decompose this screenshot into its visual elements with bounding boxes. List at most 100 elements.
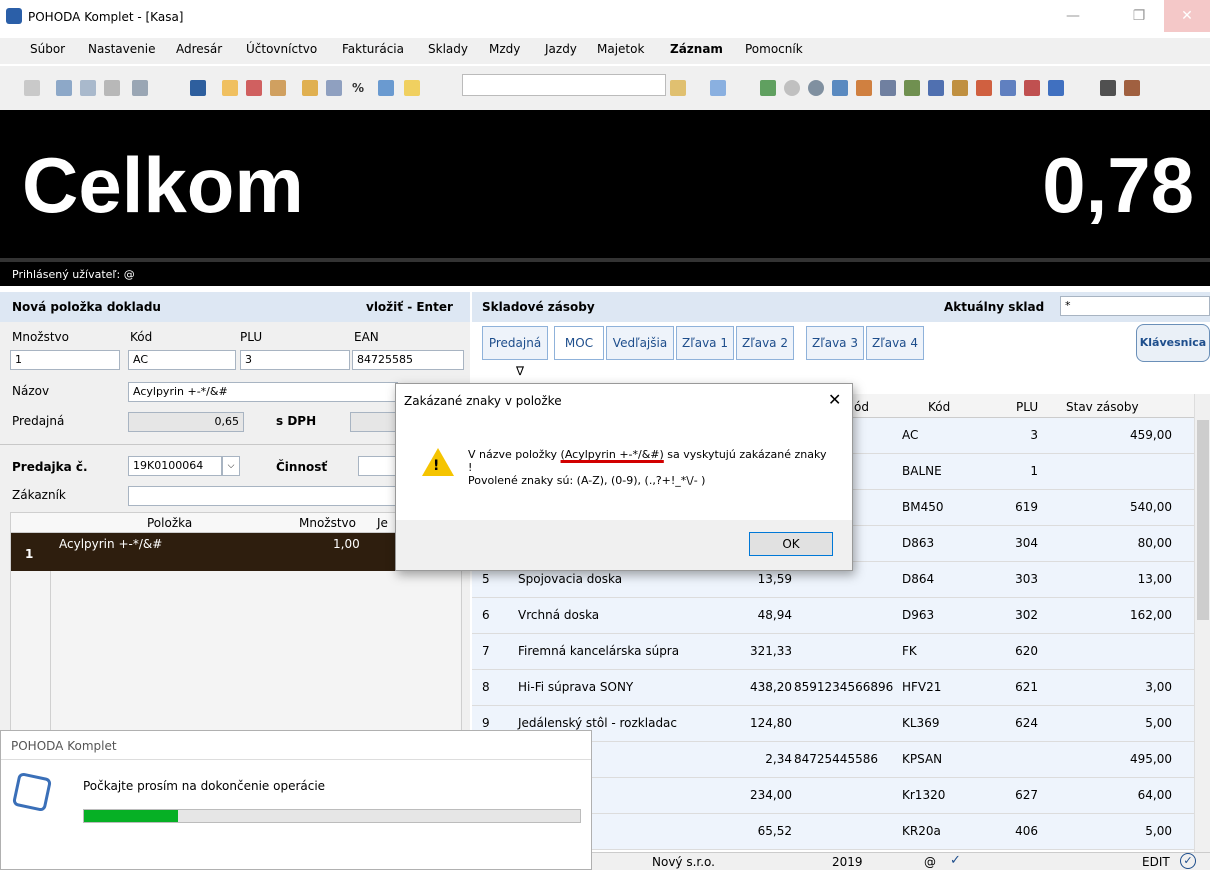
toolbar-calc-icon[interactable] xyxy=(880,80,896,96)
status-ok-icon: ✓ xyxy=(1180,853,1196,869)
col-qty: Množstvo xyxy=(299,516,356,530)
title-bar: POHODA Komplet - [Kasa] — ❐ ✕ xyxy=(0,0,1210,36)
menu-record[interactable]: Záznam xyxy=(670,42,723,56)
customer-field[interactable] xyxy=(128,486,398,506)
tab-discount-1[interactable]: Zľava 1 xyxy=(676,326,734,360)
toolbar-undo-icon[interactable] xyxy=(270,80,286,96)
code-field[interactable]: AC xyxy=(128,350,236,370)
toolbar-edit-icon[interactable] xyxy=(760,80,776,96)
row-plu: 302 xyxy=(1015,608,1038,622)
toolbar-delete-icon[interactable] xyxy=(246,80,262,96)
toolbar-pin-icon[interactable] xyxy=(1124,80,1140,96)
tab-sale[interactable]: Predajná xyxy=(482,326,548,360)
ean-field[interactable]: 84725585 xyxy=(352,350,464,370)
toolbar-message-icon[interactable] xyxy=(1024,80,1040,96)
toolbar-preview-icon[interactable] xyxy=(104,80,120,96)
toolbar-user-icon[interactable] xyxy=(928,80,944,96)
menu-trips[interactable]: Jazdy xyxy=(545,42,577,56)
logged-user-text: Prihlásený užívateľ: @ xyxy=(12,268,135,281)
toolbar-card-icon[interactable] xyxy=(952,80,968,96)
row-plu: 619 xyxy=(1015,500,1038,514)
filter-icon[interactable]: ∇ xyxy=(516,364,524,378)
toolbar-person-icon[interactable] xyxy=(856,80,872,96)
table-row[interactable]: 6 Vrchná doska 48,94 D963 302 162,00 xyxy=(472,598,1194,634)
progress-message: Počkajte prosím na dokončenie operácie xyxy=(83,779,326,793)
row-plu: 624 xyxy=(1015,716,1038,730)
row-code: BM450 xyxy=(902,500,944,514)
current-warehouse-select[interactable]: * xyxy=(1060,296,1210,316)
vat-label: s DPH xyxy=(276,414,317,428)
toolbar-stock-icon[interactable] xyxy=(1000,80,1016,96)
row-code: HFV21 xyxy=(902,680,942,694)
minimize-icon[interactable]: — xyxy=(1050,0,1096,32)
toolbar-refresh-icon[interactable] xyxy=(378,80,394,96)
row-stock: 80,00 xyxy=(1137,536,1172,550)
menu-address-book[interactable]: Adresár xyxy=(176,42,222,56)
toolbar-save-icon[interactable] xyxy=(190,80,206,96)
toolbar-insert-icon[interactable] xyxy=(302,80,318,96)
row-price: 124,80 xyxy=(750,716,792,730)
scroll-thumb[interactable] xyxy=(1197,420,1209,620)
toolbar-chart-icon[interactable] xyxy=(904,80,920,96)
menu-help[interactable]: Pomocník xyxy=(745,42,803,56)
row-number: 6 xyxy=(482,608,490,622)
toolbar-search-combo[interactable] xyxy=(462,74,666,96)
keyboard-button[interactable]: Klávesnica xyxy=(1136,324,1210,362)
menu-payroll[interactable]: Mzdy xyxy=(489,42,520,56)
toolbar-percent-icon[interactable]: % xyxy=(352,80,368,96)
toolbar: % xyxy=(0,66,1210,110)
table-row[interactable]: 8 Hi-Fi súprava SONY 438,20 8591234566896 HF… xyxy=(472,670,1194,706)
row-number: 7 xyxy=(482,644,490,658)
toolbar-pos-icon[interactable] xyxy=(976,80,992,96)
table-row[interactable]: 7 Firemná kancelárska súpra 321,33 FK 620 xyxy=(472,634,1194,670)
toolbar-list-icon[interactable] xyxy=(326,80,342,96)
toolbar-exit-icon[interactable] xyxy=(24,80,40,96)
activity-field[interactable] xyxy=(358,456,398,476)
close-window-icon[interactable]: ✕ xyxy=(1164,0,1210,32)
menu-assets[interactable]: Majetok xyxy=(597,42,644,56)
menu-invoicing[interactable]: Fakturácia xyxy=(342,42,404,56)
row-code: Kr1320 xyxy=(902,788,946,802)
stock-scrollbar[interactable] xyxy=(1194,394,1210,852)
menu-settings[interactable]: Nastavenie xyxy=(88,42,155,56)
sale-doc-number[interactable]: 19K0100064 xyxy=(128,456,222,476)
toolbar-print-icon[interactable] xyxy=(56,80,72,96)
progress-separator xyxy=(1,759,591,760)
tab-discount-4[interactable]: Zľava 4 xyxy=(866,326,924,360)
tab-discount-2[interactable]: Zľava 2 xyxy=(736,326,794,360)
row-number: 8 xyxy=(482,680,490,694)
plu-field[interactable]: 3 xyxy=(240,350,350,370)
window-title: POHODA Komplet - [Kasa] xyxy=(28,10,184,24)
name-field[interactable]: Acylpyrin +-*/&# xyxy=(128,382,398,402)
menu-warehouses[interactable]: Sklady xyxy=(428,42,468,56)
dialog-close-icon[interactable]: ✕ xyxy=(828,390,841,409)
ok-button[interactable]: OK xyxy=(749,532,833,556)
row-stock: 3,00 xyxy=(1145,680,1172,694)
toolbar-print-preview-icon[interactable] xyxy=(80,80,96,96)
toolbar-report-icon[interactable] xyxy=(132,80,148,96)
tab-discount-3[interactable]: Zľava 3 xyxy=(806,326,864,360)
tab-secondary[interactable]: Vedľajšia xyxy=(606,326,674,360)
tab-moc[interactable]: MOC xyxy=(554,326,604,360)
toolbar-folder-icon[interactable] xyxy=(670,80,686,96)
vat-price-field xyxy=(350,412,400,432)
qty-field[interactable]: 1 xyxy=(10,350,120,370)
toolbar-globe-icon[interactable] xyxy=(808,80,824,96)
sale-doc-dropdown-icon[interactable]: ⌵ xyxy=(222,456,240,476)
menu-file[interactable]: Súbor xyxy=(30,42,65,56)
toolbar-list2-icon[interactable] xyxy=(832,80,848,96)
toolbar-agent-icon[interactable] xyxy=(1100,80,1116,96)
toolbar-help-icon[interactable] xyxy=(710,80,726,96)
toolbar-flag-icon[interactable] xyxy=(404,80,420,96)
row-plu: 627 xyxy=(1015,788,1038,802)
row-number: 5 xyxy=(482,572,490,586)
status-bar: Nový s.r.o. 2019 @ ✓ EDIT ✓ xyxy=(592,852,1210,870)
toolbar-new-icon[interactable] xyxy=(222,80,238,96)
toolbar-message2-icon[interactable] xyxy=(1048,80,1064,96)
row-item-qty: 1,00 xyxy=(333,537,360,551)
total-label: Celkom xyxy=(22,141,304,229)
ean-label: EAN xyxy=(354,330,379,344)
toolbar-clock-icon[interactable] xyxy=(784,80,800,96)
restore-icon[interactable]: ❐ xyxy=(1116,0,1162,32)
menu-accounting[interactable]: Účtovníctvo xyxy=(246,42,317,56)
